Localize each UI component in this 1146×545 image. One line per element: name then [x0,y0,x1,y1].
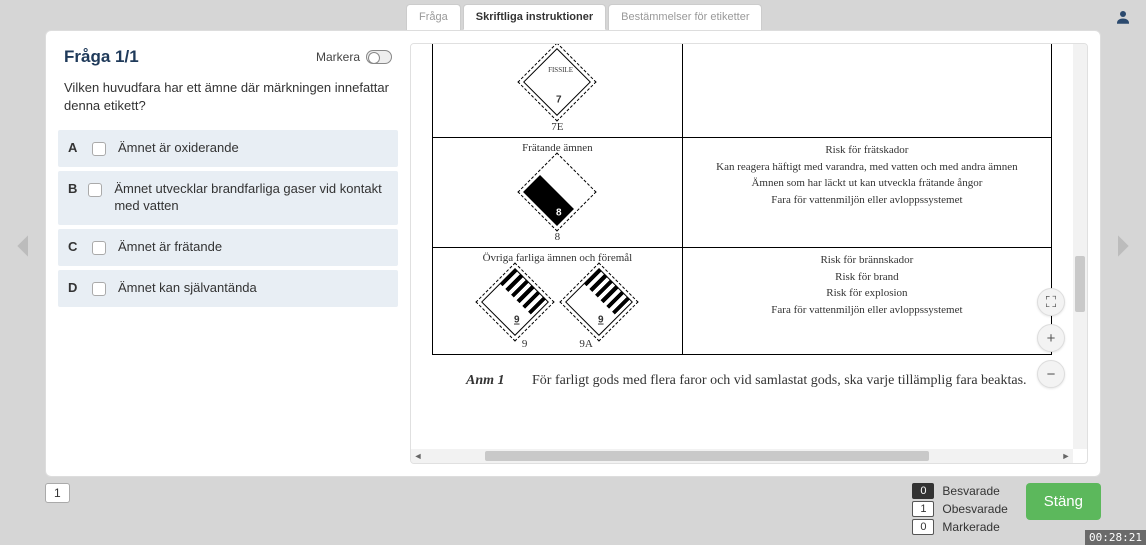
option-c[interactable]: C Ämnet är frätande [58,229,398,266]
checkbox-icon [92,241,106,255]
risk-line: Fara för vattenmiljön eller avloppssyste… [691,302,1043,319]
option-b[interactable]: B Ämnet utvecklar brandfarliga gaser vid… [58,171,398,225]
stats: 0 Besvarade 1 Obesvarade 0 Markerade [912,483,1007,535]
hazard-code: 7E [551,121,563,133]
checkbox-icon [92,282,106,296]
checkbox-icon [88,183,102,197]
hazard-code: 9 [522,338,528,350]
risk-line: Kan reagera häftigt med varandra, med va… [691,159,1043,176]
tabs: Fråga Skriftliga instruktioner Bestämmel… [406,4,764,30]
option-text: Ämnet är oxiderande [118,140,239,157]
option-letter: B [68,181,84,196]
label: Obesvarade [942,502,1007,516]
document-panel: FISSILE 7 7E Frätande ämnen 8 8 [410,43,1088,464]
option-letter: D [68,280,88,295]
vertical-scrollbar[interactable] [1073,44,1087,449]
user-icon[interactable] [1114,8,1132,26]
note-label: Anm 1 [466,373,505,388]
count: 0 [912,519,934,535]
risk-list: Risk för frätskador Kan reagera häftigt … [691,142,1043,208]
option-text: Ämnet utvecklar brandfarliga gaser vid k… [114,181,388,215]
checkbox-icon [92,142,106,156]
scroll-thumb[interactable] [1075,256,1085,312]
zoom-in-button[interactable]: + [1037,324,1065,352]
hazard-diamond-9a: 9 [560,262,639,341]
stat-unanswered: 1 Obesvarade [912,501,1007,517]
question-text: Vilken huvudfara har ett ämne där märkni… [58,75,398,130]
question-title: Fråga 1/1 [64,47,139,67]
main-panel: Fråga 1/1 Markera Vilken huvudfara har e… [45,30,1101,477]
risk-line: Fara för vattenmiljön eller avloppssyste… [691,192,1043,209]
timer: 00:28:21 [1085,530,1146,545]
option-a[interactable]: A Ämnet är oxiderande [58,130,398,167]
zoom-fit-button[interactable]: ⛶ [1037,288,1065,316]
tab-question[interactable]: Fråga [406,4,461,30]
close-button[interactable]: Stäng [1026,483,1101,520]
scroll-thumb[interactable] [485,451,929,461]
label: Markerade [942,520,999,534]
hazard-code: 8 [555,231,561,243]
risk-list: Risk för brännskador Risk för brand Risk… [691,252,1043,318]
zoom-out-button[interactable]: − [1037,360,1065,388]
risk-line: Risk för frätskador [691,142,1043,159]
page-button[interactable]: 1 [45,483,70,503]
note: Anm 1 För farligt gods med flera faror o… [466,373,1073,389]
hazard-diamond-8: 8 [518,152,597,231]
tab-label-rules[interactable]: Bestämmelser för etiketter [608,4,762,30]
footer: 1 0 Besvarade 1 Obesvarade 0 Markerade S… [45,483,1101,537]
mark-toggle[interactable]: Markera [316,50,392,64]
fissile-label: FISSILE [534,66,588,74]
label: Besvarade [942,484,999,498]
hazard-code: 9A [579,338,592,350]
option-letter: A [68,140,88,155]
risk-line: Risk för brännskador [691,252,1043,269]
horizontal-scrollbar[interactable]: ◄ ► [411,449,1073,463]
stat-answered: 0 Besvarade [912,483,1007,499]
options-list: A Ämnet är oxiderande B Ämnet utvecklar … [58,130,398,306]
hazard-header: Övriga farliga ämnen och föremål [441,252,674,264]
hazard-table: FISSILE 7 7E Frätande ämnen 8 8 [432,44,1052,355]
option-d[interactable]: D Ämnet kan självantända [58,270,398,307]
zoom-controls: ⛶ + − [1037,288,1065,388]
hazard-diamond-9: 9 [476,262,555,341]
mark-label: Markera [316,50,360,64]
risk-line: Risk för explosion [691,285,1043,302]
scroll-left-icon[interactable]: ◄ [411,451,425,461]
count: 1 [912,501,934,517]
tab-instructions[interactable]: Skriftliga instruktioner [463,4,606,30]
next-question-button[interactable] [1106,230,1138,270]
risk-line: Ämnen som har läckt ut kan utveckla frät… [691,175,1043,192]
option-letter: C [68,239,88,254]
scroll-right-icon[interactable]: ► [1059,451,1073,461]
toggle-icon [366,50,392,64]
risk-line: Risk för brand [691,269,1043,286]
prev-question-button[interactable] [8,230,40,270]
count: 0 [912,483,934,499]
document-content[interactable]: FISSILE 7 7E Frätande ämnen 8 8 [411,44,1073,449]
question-panel: Fråga 1/1 Markera Vilken huvudfara har e… [58,43,398,464]
note-text: För farligt gods med flera faror och vid… [532,373,1027,388]
hazard-diamond-7e: FISSILE 7 [518,43,597,122]
option-text: Ämnet är frätande [118,239,222,256]
option-text: Ämnet kan självantända [118,280,257,297]
stat-marked: 0 Markerade [912,519,1007,535]
